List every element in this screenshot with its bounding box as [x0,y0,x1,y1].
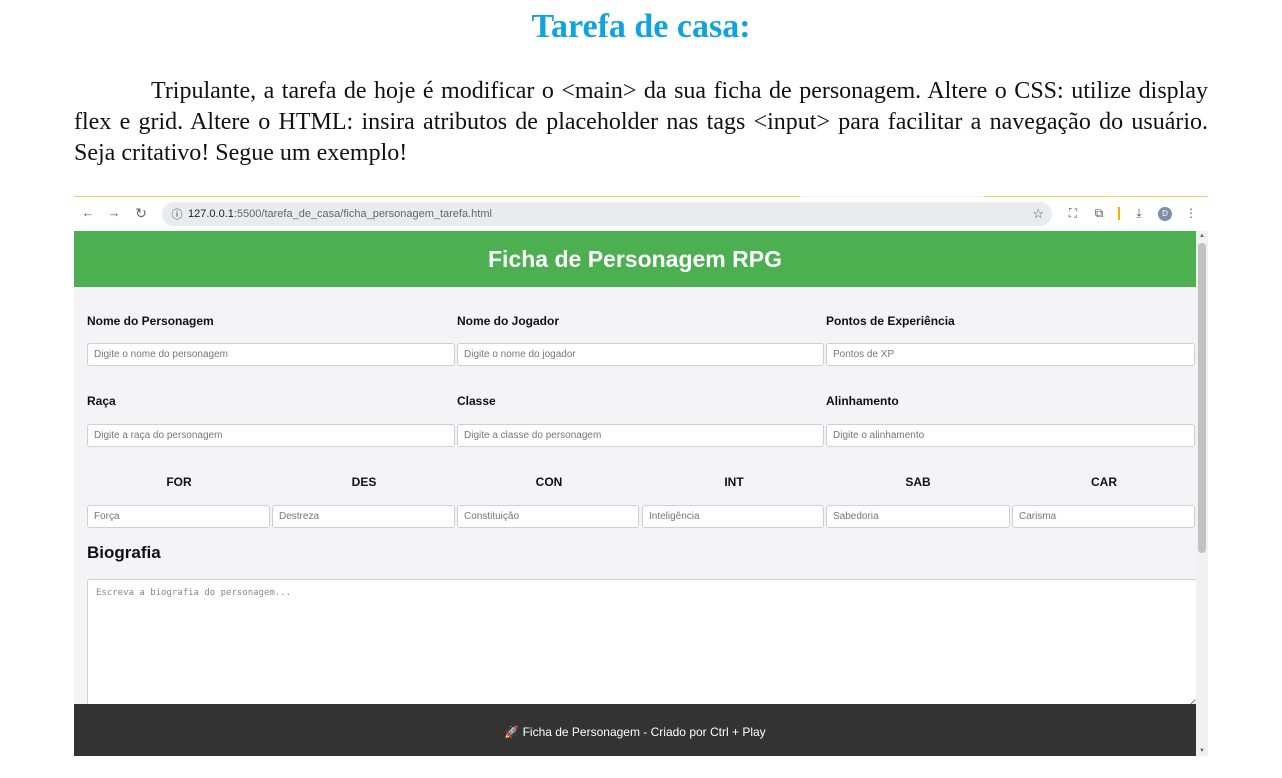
label-alinhamento: Alinhamento [826,394,899,408]
attr-label-for: FOR [166,475,192,489]
nome-jogador-input[interactable] [457,343,824,366]
destreza-input[interactable] [272,505,455,528]
profile-avatar[interactable]: D [1158,207,1172,221]
inteligencia-input[interactable] [642,505,824,528]
biography-textarea[interactable] [87,579,1196,709]
forward-icon[interactable]: → [104,203,124,223]
xp-input[interactable] [826,343,1195,366]
app-footer: 🚀 Ficha de Personagem - Criado por Ctrl … [74,704,1196,756]
page-viewport: Ficha de Personagem RPG Nome do Personag… [74,231,1196,756]
screen-capture-icon[interactable]: ⛶ [1064,204,1082,222]
biography-title: Biografia [87,543,161,562]
back-icon[interactable]: ← [78,203,98,223]
forca-input[interactable] [87,505,270,528]
app-header: Ficha de Personagem RPG [74,231,1196,287]
vertical-scrollbar[interactable]: ▲ ▼ [1196,231,1208,756]
classe-input[interactable] [457,424,824,447]
browser-toolbar: ← → ↻ ⓘ 127.0.0.1:5500/tarefa_de_casa/fi… [74,197,1208,231]
attr-label-con: CON [535,475,563,489]
sabedoria-input[interactable] [826,505,1010,528]
download-icon[interactable]: ⤓ [1130,204,1148,222]
attr-label-des: DES [351,475,377,489]
scroll-up-arrow-icon[interactable]: ▲ [1196,231,1208,241]
bookmark-star-icon[interactable]: ☆ [1032,206,1044,222]
reload-icon[interactable]: ↻ [131,203,151,223]
carisma-input[interactable] [1012,505,1195,528]
attr-label-int: INT [724,475,744,489]
label-classe: Classe [457,394,496,408]
url-host: 127.0.0.1 [188,208,234,220]
label-raca: Raça [87,394,116,408]
extensions-puzzle-icon[interactable]: ⧉ [1090,204,1108,222]
document-title: Tarefa de casa: [531,8,751,45]
menu-kebab-icon[interactable]: ⋮ [1182,204,1200,222]
nome-personagem-input[interactable] [87,343,455,366]
toolbar-separator [1118,207,1120,220]
document-paragraph: Tripulante, a tarefa de hoje é modificar… [74,78,1208,166]
alinhamento-input[interactable] [826,424,1195,447]
address-bar[interactable]: ⓘ 127.0.0.1:5500/tarefa_de_casa/ficha_pe… [162,202,1052,226]
scroll-down-arrow-icon[interactable]: ▼ [1196,746,1208,756]
raca-input[interactable] [87,424,455,447]
attr-label-sab: SAB [905,475,931,489]
attr-label-car: CAR [1091,475,1117,489]
label-nome-personagem: Nome do Personagem [87,314,214,328]
constituicao-input[interactable] [457,505,639,528]
browser-screenshot: ← → ↻ ⓘ 127.0.0.1:5500/tarefa_de_casa/fi… [74,196,1208,756]
label-nome-jogador: Nome do Jogador [457,314,560,328]
url-path: :5500/tarefa_de_casa/ficha_personagem_ta… [233,208,492,220]
scroll-thumb[interactable] [1198,243,1206,553]
label-xp: Pontos de Experiência [826,314,955,328]
site-info-icon[interactable]: ⓘ [166,206,188,222]
